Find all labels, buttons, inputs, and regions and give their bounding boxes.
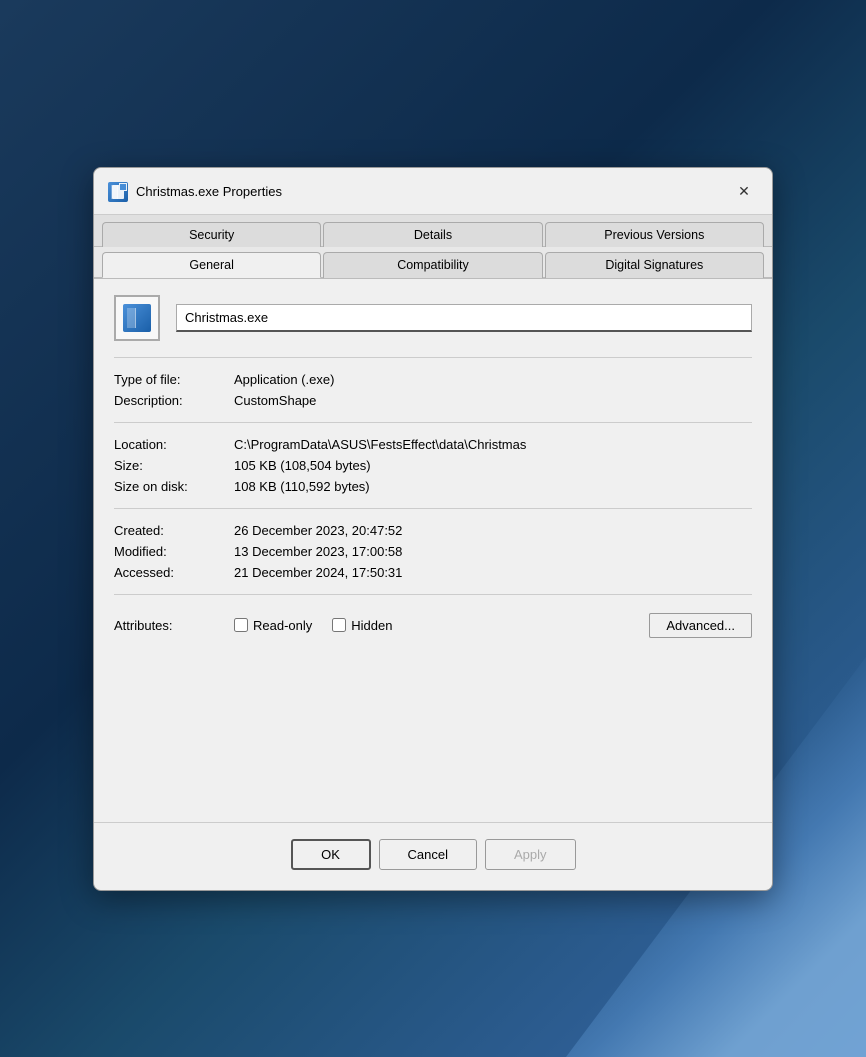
- file-icon: [114, 295, 160, 341]
- location-size-group: Location: C:\ProgramData\ASUS\FestsEffec…: [114, 433, 752, 498]
- content-area: Type of file: Application (.exe) Descrip…: [94, 279, 772, 662]
- hidden-checkbox-label[interactable]: Hidden: [332, 618, 392, 633]
- created-label: Created:: [114, 523, 234, 538]
- tab-previous-versions[interactable]: Previous Versions: [545, 222, 764, 247]
- file-name-input[interactable]: [176, 304, 752, 332]
- modified-label: Modified:: [114, 544, 234, 559]
- dialog-title: Christmas.exe Properties: [136, 184, 282, 199]
- apply-button[interactable]: Apply: [485, 839, 576, 870]
- cancel-button[interactable]: Cancel: [379, 839, 477, 870]
- created-value: 26 December 2023, 20:47:52: [234, 523, 752, 538]
- description-label: Description:: [114, 393, 234, 408]
- description-value: CustomShape: [234, 393, 752, 408]
- tab-details[interactable]: Details: [323, 222, 542, 247]
- location-label: Location:: [114, 437, 234, 452]
- dates-group: Created: 26 December 2023, 20:47:52 Modi…: [114, 519, 752, 584]
- type-description-group: Type of file: Application (.exe) Descrip…: [114, 368, 752, 412]
- readonly-checkbox[interactable]: [234, 618, 248, 632]
- location-value: C:\ProgramData\ASUS\FestsEffect\data\Chr…: [234, 437, 752, 452]
- attributes-controls: Read-only Hidden Advanced...: [234, 609, 752, 642]
- ok-button[interactable]: OK: [291, 839, 371, 870]
- size-label: Size:: [114, 458, 234, 473]
- size-on-disk-value: 108 KB (110,592 bytes): [234, 479, 752, 494]
- close-button[interactable]: ✕: [730, 178, 758, 206]
- title-bar-left: Christmas.exe Properties: [108, 182, 282, 202]
- tabs-row1: Security Details Previous Versions: [94, 215, 772, 247]
- readonly-label: Read-only: [253, 618, 312, 633]
- accessed-label: Accessed:: [114, 565, 234, 580]
- tab-security[interactable]: Security: [102, 222, 321, 247]
- spacer: [94, 662, 772, 822]
- separator-2: [114, 422, 752, 423]
- tab-compatibility[interactable]: Compatibility: [323, 252, 542, 278]
- app-icon: [108, 182, 128, 202]
- accessed-value: 21 December 2024, 17:50:31: [234, 565, 752, 580]
- attributes-group: Attributes: Read-only Hidden Advanced...: [114, 605, 752, 646]
- properties-dialog: Christmas.exe Properties ✕ Security Deta…: [93, 167, 773, 891]
- tab-general[interactable]: General: [102, 252, 321, 278]
- advanced-button[interactable]: Advanced...: [649, 613, 752, 638]
- hidden-label: Hidden: [351, 618, 392, 633]
- separator-3: [114, 508, 752, 509]
- modified-value: 13 December 2023, 17:00:58: [234, 544, 752, 559]
- attributes-label: Attributes:: [114, 618, 234, 633]
- file-icon-inner: [123, 304, 151, 332]
- tab-digital-signatures[interactable]: Digital Signatures: [545, 252, 764, 278]
- separator-1: [114, 357, 752, 358]
- bottom-buttons: OK Cancel Apply: [94, 822, 772, 890]
- title-bar: Christmas.exe Properties ✕: [94, 168, 772, 215]
- size-value: 105 KB (108,504 bytes): [234, 458, 752, 473]
- readonly-checkbox-label[interactable]: Read-only: [234, 618, 312, 633]
- type-value: Application (.exe): [234, 372, 752, 387]
- file-header: [114, 295, 752, 341]
- type-label: Type of file:: [114, 372, 234, 387]
- separator-4: [114, 594, 752, 595]
- size-on-disk-label: Size on disk:: [114, 479, 234, 494]
- tabs-row2: General Compatibility Digital Signatures: [94, 247, 772, 279]
- hidden-checkbox[interactable]: [332, 618, 346, 632]
